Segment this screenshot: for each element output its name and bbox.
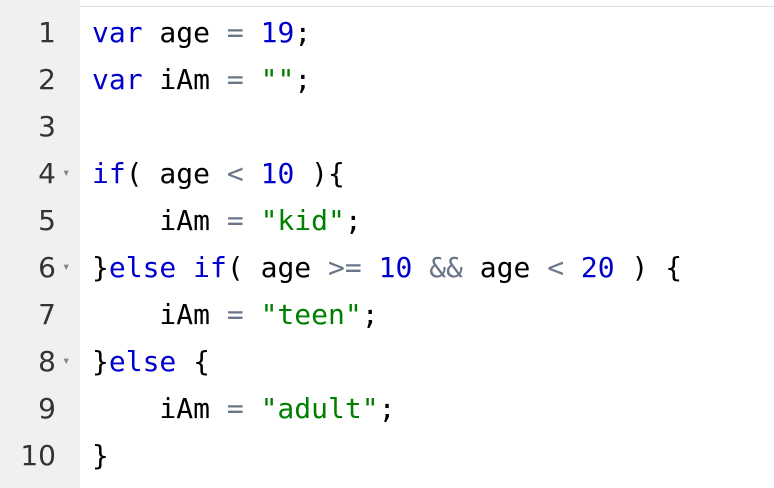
code-text: }else if( age >= 10 && age < 20 ) { — [92, 244, 682, 291]
code-token: 20 — [580, 251, 615, 284]
code-text: } — [92, 432, 109, 479]
code-token: = — [226, 63, 244, 96]
line-number: 4 — [38, 157, 56, 190]
code-token: var — [92, 63, 143, 96]
code-token: } — [92, 439, 109, 472]
code-line[interactable]: 9 iAm = "adult"; — [0, 385, 774, 432]
code-token: ( age — [226, 251, 329, 284]
code-token: age — [142, 16, 227, 49]
code-token: < — [547, 251, 565, 284]
code-token: = — [226, 298, 244, 331]
editor-top-border — [80, 0, 774, 7]
code-token: iAm — [92, 392, 227, 425]
code-line[interactable]: 2 var iAm = ""; — [0, 56, 774, 103]
code-line[interactable]: 6 ▾}else if( age >= 10 && age < 20 ) { — [0, 244, 774, 291]
code-token: ( age — [125, 157, 227, 190]
code-token: 10 — [378, 251, 413, 284]
code-token: } — [92, 345, 109, 378]
code-token: = — [226, 16, 244, 49]
code-editor[interactable]: 1 var age = 19; 2 var iAm = ""; 3 4 ▾ if( age <… — [0, 0, 774, 488]
line-number: 2 — [38, 63, 56, 96]
code-text: var age = 19; — [92, 9, 311, 56]
code-token: age — [462, 251, 548, 284]
code-token: >= — [328, 251, 362, 284]
code-token: iAm — [92, 298, 227, 331]
code-token: ; — [294, 16, 312, 49]
code-token: if — [92, 157, 126, 190]
code-token: ; — [294, 63, 312, 96]
code-token: "kid" — [260, 204, 345, 237]
code-line[interactable]: 4 ▾ if( age < 10 ){ — [0, 150, 774, 197]
code-line[interactable]: 1 var age = 19; — [0, 9, 774, 56]
line-number: 8 — [38, 345, 56, 378]
code-token: else — [108, 251, 177, 284]
line-number: 5 — [38, 204, 56, 237]
line-number: 3 — [38, 110, 56, 143]
code-text: }else { — [92, 338, 210, 385]
code-line[interactable]: 7 iAm = "teen"; — [0, 291, 774, 338]
code-line[interactable]: 8 ▾}else { — [0, 338, 774, 385]
fold-arrow-down-icon[interactable]: ▾ — [62, 244, 76, 291]
code-token: "adult" — [260, 392, 379, 425]
fold-arrow-down-icon[interactable]: ▾ — [62, 150, 76, 197]
code-line[interactable]: 3 — [0, 103, 774, 150]
code-token: if — [193, 251, 227, 284]
fold-arrow-down-icon[interactable]: ▾ — [62, 338, 76, 385]
line-number: 10 — [20, 439, 56, 472]
code-token: ) { — [614, 251, 683, 284]
code-token: var — [92, 16, 143, 49]
code-text: iAm = "teen"; — [92, 291, 379, 338]
code-token: "" — [260, 63, 295, 96]
code-line[interactable]: 10} — [0, 432, 774, 479]
code-text: if( age < 10 ){ — [92, 150, 345, 197]
code-token: 10 — [260, 157, 295, 190]
code-token: } — [92, 251, 109, 284]
code-line[interactable]: 5 iAm = "kid"; — [0, 197, 774, 244]
code-token: ; — [361, 298, 379, 331]
code-text: iAm = "kid"; — [92, 197, 362, 244]
code-token: else — [108, 345, 177, 378]
code-token: < — [226, 157, 244, 190]
code-token: = — [226, 392, 244, 425]
line-number: 7 — [38, 298, 56, 331]
code-token: ){ — [294, 157, 345, 190]
line-number: 9 — [38, 392, 56, 425]
code-token: ; — [344, 204, 362, 237]
code-token: 19 — [260, 16, 295, 49]
code-token: iAm — [92, 204, 227, 237]
line-number: 1 — [38, 16, 56, 49]
code-token: "teen" — [260, 298, 362, 331]
code-text: var iAm = ""; — [92, 56, 311, 103]
code-token: && — [429, 251, 463, 284]
line-number: 6 — [38, 251, 56, 284]
code-token: iAm — [142, 63, 227, 96]
code-token: = — [226, 204, 244, 237]
code-text: iAm = "adult"; — [92, 385, 395, 432]
code-token: { — [176, 345, 211, 378]
code-token: ; — [378, 392, 396, 425]
